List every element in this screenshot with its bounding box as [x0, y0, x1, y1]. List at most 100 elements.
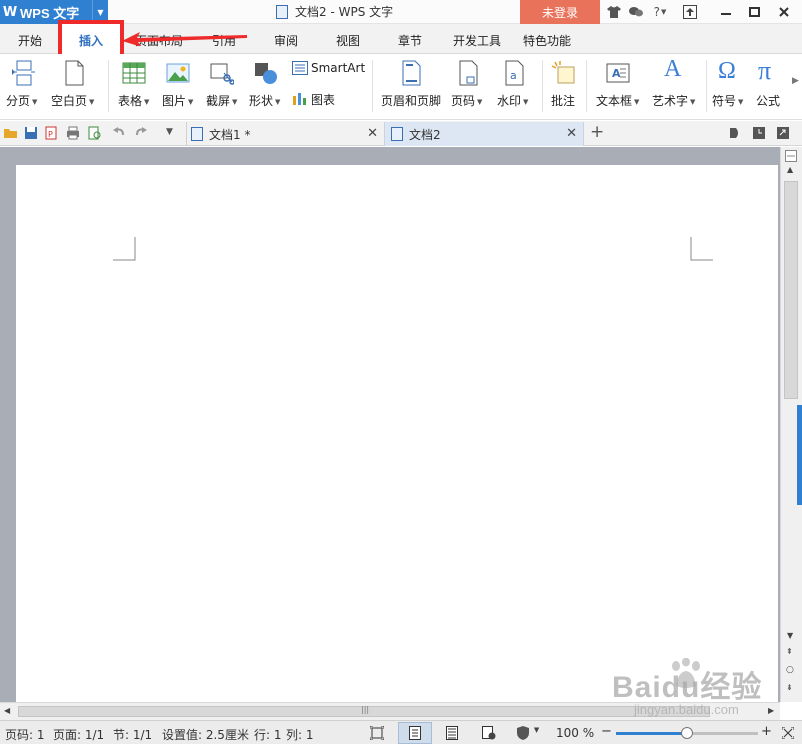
- zoom-out-button[interactable]: −: [601, 724, 612, 739]
- customize-dropdown-icon[interactable]: ▼: [166, 127, 173, 137]
- document-icon: [276, 4, 288, 19]
- outline-view-icon[interactable]: [446, 726, 458, 740]
- omega-icon: Ω: [718, 58, 736, 84]
- web-view-icon[interactable]: [482, 726, 496, 740]
- picture-button[interactable]: 图片 ▼: [158, 54, 200, 116]
- print-icon[interactable]: [66, 126, 80, 140]
- scroll-left-icon[interactable]: ◀: [4, 706, 10, 715]
- svg-text:A: A: [612, 67, 621, 80]
- blank-page-button[interactable]: 空白页 ▼: [48, 54, 102, 116]
- save-icon[interactable]: [24, 126, 38, 140]
- textbox-button[interactable]: A 文本框 ▼: [592, 54, 646, 116]
- status-pages: 页面: 1/1: [53, 728, 105, 742]
- scroll-right-icon[interactable]: ▶: [768, 706, 774, 715]
- help-icon[interactable]: ? ▼: [647, 1, 673, 23]
- smartart-label: SmartArt: [311, 61, 366, 75]
- wordart-button[interactable]: A 艺术字 ▼: [648, 54, 702, 116]
- doc-tab-1-label: 文档1 *: [209, 127, 251, 142]
- comment-label: 批注: [551, 94, 576, 108]
- login-button[interactable]: 未登录: [520, 0, 600, 24]
- formula-button[interactable]: π 公式: [752, 54, 788, 116]
- status-row: 行: 1: [254, 728, 282, 742]
- vertical-scrollbar[interactable]: ▲ ▼ ⇞ ○ ⇟: [780, 147, 802, 702]
- watermark-button[interactable]: a 水印 ▼: [494, 54, 536, 116]
- header-footer-button[interactable]: 页眉和页脚: [378, 54, 444, 116]
- next-page-icon[interactable]: ⇟: [786, 683, 793, 692]
- scroll-thumb[interactable]: [784, 181, 798, 399]
- comment-button[interactable]: 批注: [546, 54, 582, 116]
- symbol-label: 符号: [712, 94, 737, 108]
- header-footer-label: 页眉和页脚: [381, 94, 442, 108]
- export-pdf-icon[interactable]: P: [44, 126, 58, 140]
- status-col: 列: 1: [286, 728, 314, 742]
- doc-tab-2-label: 文档2: [409, 127, 441, 142]
- doc-tab-2[interactable]: 文档2 ✕: [384, 122, 584, 146]
- upload-icon[interactable]: [679, 1, 701, 23]
- chart-button[interactable]: 图表: [290, 84, 350, 112]
- chat-icon[interactable]: [625, 1, 647, 23]
- page-break-button[interactable]: 分页 ▼: [4, 54, 46, 116]
- view-mode-icon[interactable]: [728, 126, 742, 140]
- document-page[interactable]: [16, 165, 778, 702]
- textbox-icon: A: [606, 63, 630, 83]
- split-view-icon[interactable]: [785, 150, 797, 162]
- screenshot-button[interactable]: 截屏 ▼: [202, 54, 246, 116]
- grip-icon: |||: [361, 705, 370, 714]
- previous-page-icon[interactable]: ⇞: [786, 647, 793, 656]
- focus-mode-icon[interactable]: [370, 726, 384, 740]
- zoom-level-label[interactable]: 100 %: [556, 726, 594, 740]
- shape-icon: [255, 63, 277, 84]
- history-icon[interactable]: [752, 126, 766, 140]
- wordart-label: 艺术字: [652, 94, 689, 108]
- doc-tab-1[interactable]: 文档1 * ✕: [186, 122, 384, 146]
- status-setting: 设置值: 2.5厘米: [162, 728, 249, 742]
- smartart-button[interactable]: SmartArt: [290, 54, 366, 82]
- fullscreen-icon[interactable]: [776, 126, 790, 140]
- chevron-down-icon: ▼: [533, 726, 540, 734]
- table-button[interactable]: 表格 ▼: [114, 54, 156, 116]
- fit-window-icon[interactable]: [782, 727, 794, 739]
- document-icon: [191, 127, 203, 141]
- redo-icon[interactable]: [134, 126, 148, 140]
- status-bar: 页码: 1 页面: 1/1 节: 1/1 设置值: 2.5厘米 行: 1 列: …: [0, 720, 802, 744]
- tab-review[interactable]: 审阅: [260, 24, 312, 54]
- close-button[interactable]: [770, 0, 798, 24]
- svg-text:a: a: [510, 69, 517, 82]
- zoom-in-button[interactable]: +: [761, 724, 772, 739]
- smartart-icon: [292, 61, 308, 75]
- page-view-button[interactable]: [398, 722, 432, 744]
- scroll-down-icon[interactable]: ▼: [787, 631, 793, 640]
- textbox-label: 文本框: [596, 94, 633, 108]
- zoom-slider-knob[interactable]: [681, 727, 693, 739]
- reading-mode-dropdown[interactable]: ▼: [516, 726, 539, 743]
- screenshot-label: 截屏: [206, 94, 231, 108]
- shirt-icon[interactable]: [603, 1, 625, 23]
- new-tab-plus-icon[interactable]: +: [590, 122, 604, 142]
- tab-home[interactable]: 开始: [4, 24, 56, 54]
- symbol-button[interactable]: Ω 符号 ▼: [710, 54, 750, 116]
- zoom-slider[interactable]: [616, 727, 758, 739]
- status-section: 节: 1/1: [113, 728, 153, 742]
- shape-label: 形状: [249, 94, 274, 108]
- undo-icon[interactable]: [112, 126, 126, 140]
- open-folder-icon[interactable]: [4, 126, 18, 140]
- picture-icon: [166, 63, 190, 83]
- document-icon: [391, 127, 403, 141]
- select-browse-icon[interactable]: ○: [786, 665, 794, 675]
- tab-view[interactable]: 视图: [322, 24, 374, 54]
- horizontal-scroll-thumb[interactable]: |||: [18, 705, 710, 717]
- minimize-button[interactable]: [712, 0, 740, 24]
- tab-chapter[interactable]: 章节: [384, 24, 436, 54]
- close-icon[interactable]: ✕: [566, 126, 577, 141]
- maximize-button[interactable]: [740, 0, 768, 24]
- tab-developer[interactable]: 开发工具: [446, 24, 508, 54]
- close-icon[interactable]: ✕: [367, 126, 378, 141]
- tab-features[interactable]: 特色功能: [516, 24, 578, 54]
- shape-button[interactable]: 形状 ▼: [248, 54, 288, 116]
- print-preview-icon[interactable]: [88, 126, 102, 140]
- side-panel-toggle[interactable]: [797, 405, 802, 505]
- page-number-button[interactable]: 页码 ▼: [448, 54, 490, 116]
- ribbon-scroll-right-icon[interactable]: ▶: [792, 76, 799, 86]
- blank-page-icon: [65, 60, 84, 86]
- scroll-up-icon[interactable]: ▲: [787, 165, 793, 174]
